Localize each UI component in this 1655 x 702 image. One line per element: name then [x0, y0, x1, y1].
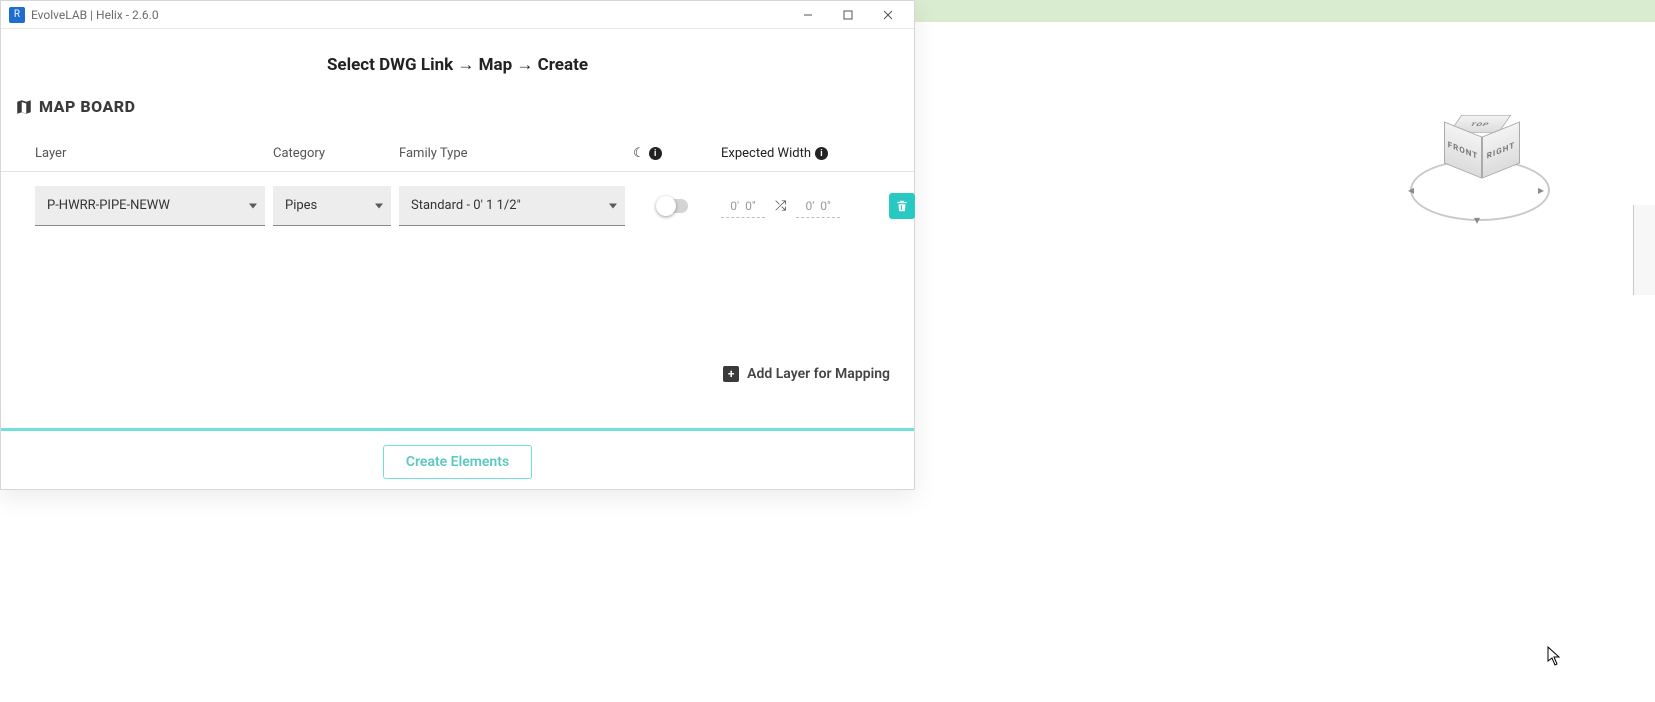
- family-type-select[interactable]: Standard - 0' 1 1/2": [399, 186, 625, 226]
- plus-icon: +: [723, 366, 739, 382]
- category-select[interactable]: Pipes: [273, 186, 391, 226]
- mapping-row: P-HWRR-PIPE-NEWW Pipes Standard - 0' 1 1…: [1, 172, 914, 236]
- minimize-button[interactable]: [788, 2, 828, 28]
- layer-select[interactable]: P-HWRR-PIPE-NEWW: [35, 186, 265, 226]
- swap-icon: ⤮: [775, 198, 786, 214]
- close-button[interactable]: [868, 2, 908, 28]
- width-to-input[interactable]: [796, 195, 840, 218]
- col-layer: Layer: [35, 146, 265, 161]
- delete-row-button[interactable]: [889, 193, 915, 219]
- col-moon: ☾ i: [633, 146, 713, 161]
- create-elements-button[interactable]: Create Elements: [383, 445, 532, 479]
- col-category: Category: [273, 146, 391, 161]
- app-icon: R: [9, 7, 25, 23]
- width-from-input[interactable]: [721, 195, 765, 218]
- trash-icon: [895, 199, 909, 213]
- window-title: EvolveLAB | Helix - 2.6.0: [31, 8, 159, 22]
- cursor-icon: [1547, 646, 1563, 671]
- viewcube[interactable]: ▴ ▾ ▸ ◂ TOP FRONT RIGHT: [1410, 97, 1550, 227]
- col-expected-width: Expected Width i: [721, 146, 881, 161]
- helix-window: R EvolveLAB | Helix - 2.6.0 Select DWG L…: [0, 0, 915, 490]
- revit-navbar[interactable]: [1633, 205, 1655, 295]
- maximize-button[interactable]: [828, 2, 868, 28]
- accent-divider: [1, 428, 914, 431]
- col-family: Family Type: [399, 146, 625, 161]
- wizard-steps-title: Select DWG Link → Map → Create: [1, 37, 914, 97]
- moon-icon: ☾: [633, 146, 645, 161]
- section-heading: MAP BOARD: [1, 97, 914, 122]
- titlebar[interactable]: R EvolveLAB | Helix - 2.6.0: [1, 1, 914, 29]
- info-icon[interactable]: i: [815, 147, 828, 160]
- revit-3d-view[interactable]: ▴ ▾ ▸ ◂ TOP FRONT RIGHT: [915, 22, 1655, 701]
- add-layer-button[interactable]: Add Layer for Mapping: [747, 366, 890, 382]
- info-icon[interactable]: i: [649, 147, 662, 160]
- map-icon: [15, 98, 33, 116]
- night-toggle[interactable]: [658, 199, 688, 213]
